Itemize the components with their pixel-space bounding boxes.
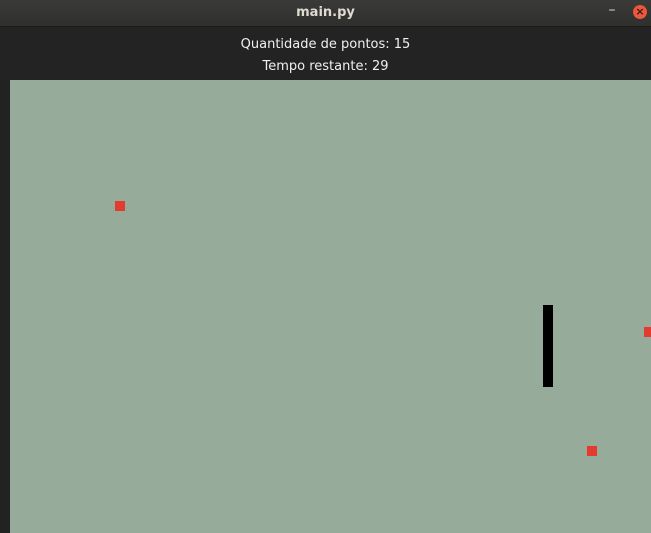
food-item [115, 201, 125, 211]
hud-panel: Quantidade de pontos: 15 Tempo restante:… [0, 27, 651, 80]
left-border [0, 80, 10, 533]
snake-body [543, 305, 553, 387]
game-window: main.py – × Quantidade de pontos: 15 Tem… [0, 0, 651, 533]
time-remaining-label: Tempo restante: 29 [262, 59, 389, 74]
title-bar[interactable]: main.py – × [0, 0, 651, 27]
window-title: main.py [296, 5, 355, 20]
food-item [644, 327, 651, 337]
score-label: Quantidade de pontos: 15 [240, 37, 411, 52]
minimize-button[interactable]: – [603, 3, 621, 21]
close-button[interactable]: × [633, 5, 647, 19]
food-item [587, 446, 597, 456]
game-field[interactable] [10, 80, 651, 533]
